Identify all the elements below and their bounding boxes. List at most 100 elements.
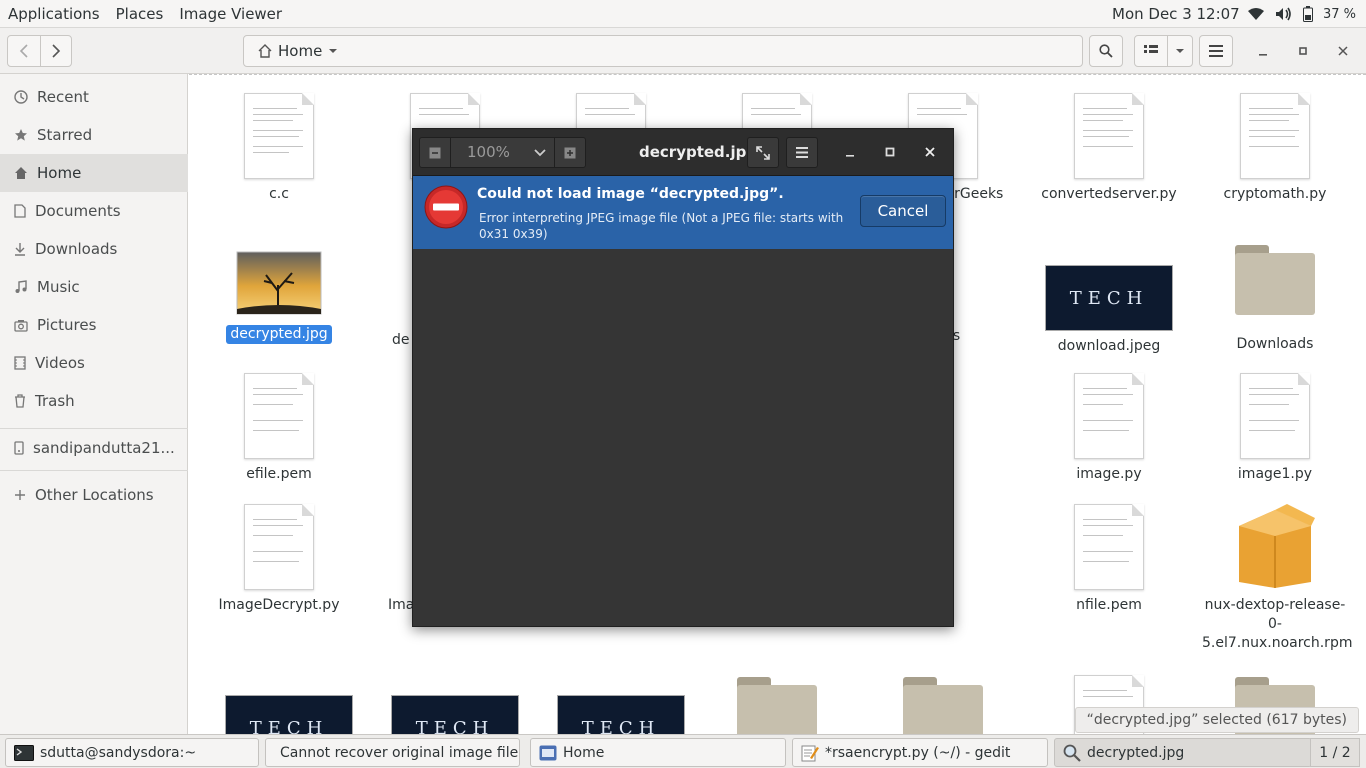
forward-button[interactable] [40, 35, 72, 67]
sidebar-item-music[interactable]: Music [0, 268, 188, 306]
file-item[interactable]: nux-dextop-release-0-5.el7.nux.noarch.rp… [1200, 502, 1352, 653]
text-file-icon [244, 373, 314, 459]
sidebar-item-downloads[interactable]: Downloads [0, 230, 188, 268]
home-icon [15, 167, 27, 179]
tech-thumbnail: TECH [391, 695, 519, 734]
viewer-maximize-button[interactable] [881, 143, 899, 161]
zoom-in-button[interactable] [554, 137, 586, 168]
viewer-close-button[interactable] [921, 143, 939, 161]
folder-item[interactable]: Downloads [1200, 245, 1350, 354]
maximize-button[interactable] [1294, 42, 1312, 60]
chevron-right-icon [52, 44, 61, 58]
zoom-out-button[interactable] [419, 137, 451, 168]
list-view-icon [1144, 45, 1158, 53]
chevron-left-icon [19, 44, 28, 58]
image-file-icon [236, 251, 322, 315]
sidebar-divider [0, 470, 188, 471]
task-chrome[interactable]: Cannot recover original image file ... [265, 738, 520, 767]
text-file-icon [244, 504, 314, 590]
file-item[interactable]: TECH [380, 695, 530, 734]
sidebar-item-label: Other Locations [35, 486, 154, 504]
clock[interactable]: Mon Dec 3 12:07 [1112, 0, 1240, 28]
file-item[interactable]: image.py [1034, 373, 1184, 484]
file-item[interactable]: TECH [546, 695, 696, 734]
home-icon [258, 44, 272, 58]
viewer-menu-button[interactable] [786, 137, 818, 168]
plus-icon [15, 490, 25, 500]
pictures-folder-icon [737, 677, 817, 734]
error-title: Could not load image “decrypted.jpg”. [477, 186, 784, 202]
minimize-button[interactable] [1254, 42, 1272, 60]
sidebar-item-documents[interactable]: Documents [0, 192, 188, 230]
file-item[interactable]: convertedserver.py [1034, 93, 1184, 204]
fullscreen-icon [756, 145, 770, 160]
cancel-button[interactable]: Cancel [860, 195, 946, 227]
file-item[interactable]: nfile.pem [1034, 504, 1184, 615]
selection-status: “decrypted.jpg” selected (617 bytes) [1074, 707, 1359, 733]
maximize-icon [1299, 47, 1307, 55]
zoom-out-icon [429, 147, 441, 158]
shared-folder-icon [903, 677, 983, 734]
fullscreen-button[interactable] [747, 137, 779, 168]
sidebar-item-device[interactable]: sandipandutta21... [0, 429, 188, 467]
file-item[interactable]: image1.py [1200, 373, 1350, 484]
back-button[interactable] [7, 35, 41, 67]
sidebar-item-recent[interactable]: Recent [0, 78, 188, 116]
file-label: image.py [1076, 466, 1142, 482]
file-label: download.jpeg [1057, 338, 1161, 354]
sidebar-item-videos[interactable]: Videos [0, 344, 188, 382]
file-label: ImageDecrypt.py [218, 597, 340, 613]
error-message: Error interpreting JPEG image file (Not … [479, 211, 844, 241]
close-button[interactable] [1334, 42, 1352, 60]
file-item[interactable]: TECH download.jpeg [1034, 265, 1184, 356]
places-menu[interactable]: Places [108, 0, 172, 28]
file-item[interactable]: cryptomath.py [1200, 93, 1350, 204]
sidebar-item-starred[interactable]: Starred [0, 116, 188, 154]
workspace-pager[interactable]: 1 / 2 [1310, 738, 1360, 767]
search-button[interactable] [1089, 35, 1123, 67]
file-label: nfile.pem [1076, 597, 1142, 613]
sidebar-item-label: Documents [35, 202, 121, 220]
image-viewer-window: 100% decrypted.jpg Could not load image … [412, 128, 954, 627]
task-gedit[interactable]: *rsaencrypt.py (~/) - gedit [792, 738, 1048, 767]
task-image-viewer[interactable]: decrypted.jpg [1054, 738, 1312, 767]
file-item-selected[interactable]: decrypted.jpg [204, 251, 354, 344]
sidebar-item-label: Videos [35, 354, 85, 372]
sidebar-item-label: Recent [37, 88, 89, 106]
file-item[interactable]: efile.pem [204, 373, 354, 484]
sidebar-item-trash[interactable]: Trash [0, 382, 188, 420]
error-stop-icon [424, 185, 468, 229]
folder-item[interactable] [868, 677, 1018, 734]
wifi-icon [1247, 8, 1264, 20]
viewer-minimize-button[interactable] [841, 143, 859, 161]
menu-button[interactable] [1199, 35, 1233, 67]
chevron-down-icon [534, 148, 546, 156]
sidebar-item-home[interactable]: Home [0, 154, 188, 192]
applications-menu[interactable]: Applications [0, 0, 108, 28]
search-icon [1099, 44, 1113, 58]
chevron-down-icon [329, 49, 338, 53]
package-icon [1239, 504, 1315, 588]
file-item[interactable]: ImageDecrypt.py [204, 504, 354, 615]
path-bar[interactable]: Home [243, 35, 1083, 67]
image-viewer-menu[interactable]: Image Viewer [171, 0, 290, 28]
task-files[interactable]: Home [530, 738, 786, 767]
trash-icon [15, 394, 25, 408]
minimize-icon [846, 155, 854, 157]
star-icon [15, 129, 27, 141]
task-terminal[interactable]: sdutta@sandysdora:~ [5, 738, 259, 767]
file-label: decrypted.jpg [226, 325, 332, 344]
sidebar-item-pictures[interactable]: Pictures [0, 306, 188, 344]
maximize-icon [885, 147, 895, 157]
view-toggle-button[interactable] [1134, 35, 1168, 67]
download-icon [15, 243, 25, 256]
sidebar-item-other-locations[interactable]: Other Locations [0, 476, 188, 514]
close-icon [1338, 46, 1348, 56]
folder-item[interactable] [702, 677, 852, 734]
view-options-button[interactable] [1167, 35, 1193, 67]
file-item[interactable]: c.c [204, 93, 354, 204]
text-file-icon [1240, 93, 1310, 179]
file-item[interactable]: TECH [214, 695, 364, 734]
system-tray[interactable]: 37 % [1247, 0, 1356, 28]
task-label: Home [563, 744, 605, 761]
